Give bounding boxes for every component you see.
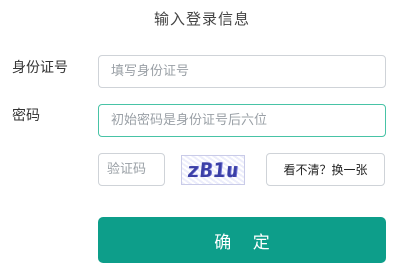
password-input[interactable]: [98, 104, 386, 137]
id-number-input[interactable]: [98, 55, 386, 88]
form-title: 输入登录信息: [153, 10, 250, 28]
submit-button[interactable]: 确 定: [98, 217, 386, 263]
id-number-label: 身份证号: [12, 60, 68, 76]
refresh-captcha-button[interactable]: 看不清？换一张: [266, 153, 385, 186]
captcha-image[interactable]: zB1u: [181, 155, 245, 185]
captcha-text: zB1u: [185, 158, 241, 182]
password-label: 密码: [12, 108, 40, 124]
captcha-input[interactable]: [98, 153, 165, 186]
